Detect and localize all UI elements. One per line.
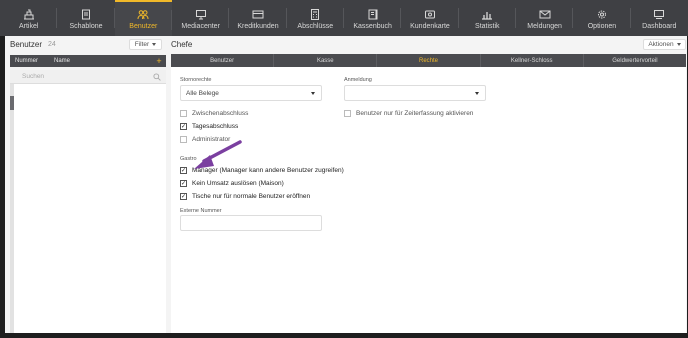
filter-button[interactable]: Filter xyxy=(129,39,162,50)
template-icon xyxy=(80,9,92,20)
chart-icon xyxy=(481,9,493,20)
checkbox-label: Zwischenabschluss xyxy=(192,110,249,117)
annotation-arrow-icon xyxy=(194,140,242,169)
checkbox-box[interactable] xyxy=(180,136,187,143)
mail-icon xyxy=(539,9,551,20)
checkbox-label: Kein Umsatz auslösen (Maison) xyxy=(192,180,284,187)
column-name[interactable]: Name xyxy=(54,58,152,64)
nav-label: Abschlüsse xyxy=(297,23,334,30)
detail-title: Chefe xyxy=(171,40,193,49)
credit-card-icon xyxy=(252,9,264,20)
checkbox-box[interactable]: ✓ xyxy=(180,167,187,174)
gear-icon xyxy=(596,9,608,20)
nav-label: Optionen xyxy=(587,23,617,30)
anmeldung-label: Anmeldung xyxy=(344,77,372,83)
nav-label: Benutzer xyxy=(129,23,158,30)
nav-item-schablone[interactable]: Schablone xyxy=(57,0,115,36)
detail-tabs: Benutzer Kasse Rechte Kellner-Schloss Ge… xyxy=(171,54,686,67)
storno-label: Stornorechte xyxy=(180,77,212,83)
list-scroll-strip xyxy=(10,84,14,333)
main-area: Benutzer 24 Filter Nummer Name + Suchen … xyxy=(5,36,687,333)
checkbox-zeiterfassung[interactable]: Benutzer nur für Zeiterfassung aktiviere… xyxy=(344,110,473,117)
extern-number-input[interactable] xyxy=(180,215,322,231)
chevron-down-icon xyxy=(475,92,479,95)
chevron-down-icon xyxy=(311,92,315,95)
user-list-title: Benutzer xyxy=(10,40,43,49)
selected-row-indicator[interactable] xyxy=(10,96,14,110)
storno-select[interactable]: Alle Belege xyxy=(180,85,322,101)
checkbox-tische-normal[interactable]: ✓ Tische nur für normale Benutzer eröffn… xyxy=(180,193,310,200)
nav-item-meldungen[interactable]: Meldungen xyxy=(516,0,574,36)
nav-item-optionen[interactable]: Optionen xyxy=(573,0,631,36)
extern-number-label: Externe Nummer xyxy=(180,208,222,214)
nav-label: Artikel xyxy=(18,23,39,30)
tab-rechte[interactable]: Rechte xyxy=(377,54,481,67)
tab-kasse[interactable]: Kasse xyxy=(274,54,378,67)
tab-geldwertervorteil[interactable]: Geldwertervorteil xyxy=(584,54,686,67)
monitor-icon xyxy=(195,9,207,20)
chevron-down-icon xyxy=(152,43,157,46)
checkbox-box[interactable]: ✓ xyxy=(180,180,187,187)
nav-label: Kassenbuch xyxy=(353,23,392,30)
nav-label: Dashboard xyxy=(642,23,677,30)
nav-item-mediacenter[interactable]: Mediacenter xyxy=(172,0,230,36)
calculator-icon xyxy=(309,9,321,20)
nav-label: Schablone xyxy=(69,23,103,30)
checkbox-box[interactable] xyxy=(180,110,187,117)
checkbox-box[interactable]: ✓ xyxy=(180,123,187,130)
chevron-down-icon xyxy=(676,43,681,46)
actions-label: Aktionen xyxy=(648,41,674,48)
nav-item-abschluesse[interactable]: Abschlüsse xyxy=(287,0,344,36)
book-icon xyxy=(367,9,379,20)
nav-item-kassenbuch[interactable]: Kassenbuch xyxy=(344,0,402,36)
nav-item-benutzer[interactable]: Benutzer xyxy=(114,0,172,36)
search-icon xyxy=(153,73,161,81)
anmeldung-select[interactable] xyxy=(344,85,486,101)
nav-item-statistik[interactable]: Statistik xyxy=(459,0,516,36)
column-number[interactable]: Nummer xyxy=(10,58,54,64)
checkbox-box[interactable]: ✓ xyxy=(180,193,187,200)
search-placeholder: Suchen xyxy=(22,73,45,80)
nav-item-artikel[interactable]: Artikel xyxy=(0,0,58,36)
user-search-input[interactable]: Suchen xyxy=(10,70,166,84)
nav-item-kundenkarte[interactable]: Kundenkarte xyxy=(401,0,459,36)
rights-form: Stornorechte Alle Belege Anmeldung Zwisc… xyxy=(171,67,686,333)
tab-benutzer[interactable]: Benutzer xyxy=(171,54,275,67)
user-list xyxy=(10,84,166,333)
customer-card-icon xyxy=(424,9,436,20)
tab-kellner-schloss[interactable]: Kellner-Schloss xyxy=(481,54,584,67)
add-user-button[interactable]: + xyxy=(152,56,166,66)
checkbox-label: Tagesabschluss xyxy=(192,123,239,130)
dashboard-icon xyxy=(653,9,665,20)
top-navigation: Artikel Schablone Benutzer Mediacenter K… xyxy=(0,0,688,36)
actions-button[interactable]: Aktionen xyxy=(643,39,686,50)
checkbox-label: Tische nur für normale Benutzer eröffnen xyxy=(192,193,311,200)
cash-register-icon xyxy=(23,9,35,20)
nav-item-dashboard[interactable]: Dashboard xyxy=(631,0,688,36)
nav-label: Mediacenter xyxy=(181,23,220,30)
checkbox-label: Benutzer nur für Zeiterfassung aktiviere… xyxy=(356,110,474,117)
user-count: 24 xyxy=(48,41,56,48)
nav-item-kreditkunden[interactable]: Kreditkunden xyxy=(229,0,287,36)
users-icon xyxy=(137,9,149,20)
nav-label: Kreditkunden xyxy=(237,23,279,30)
nav-label: Meldungen xyxy=(527,23,562,30)
filter-label: Filter xyxy=(134,41,150,48)
nav-label: Kundenkarte xyxy=(410,23,450,30)
checkbox-tagesabschluss[interactable]: ✓ Tagesabschluss xyxy=(180,123,238,130)
checkbox-zwischenabschluss[interactable]: Zwischenabschluss xyxy=(180,110,248,117)
checkbox-kein-umsatz[interactable]: ✓ Kein Umsatz auslösen (Maison) xyxy=(180,180,284,187)
storno-value: Alle Belege xyxy=(186,89,219,97)
nav-label: Statistik xyxy=(475,23,500,30)
checkbox-box[interactable] xyxy=(344,110,351,117)
user-list-column-header: Nummer Name + xyxy=(10,55,166,67)
